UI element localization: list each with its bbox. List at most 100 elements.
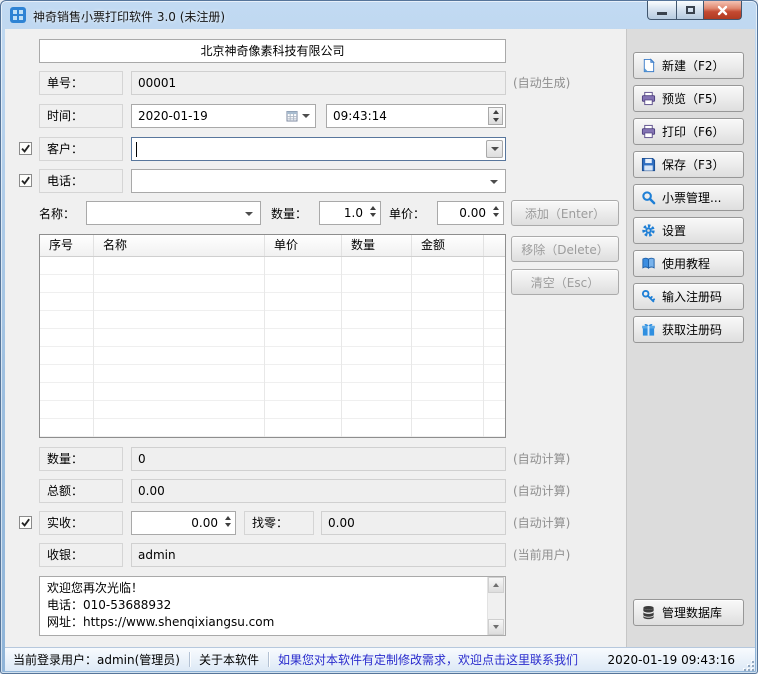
minimize-button[interactable] [647,1,677,20]
remove-item-button[interactable]: 移除（Delete） [511,236,619,262]
status-bar: 当前登录用户：admin(管理员) 关于本软件 如果您对本软件有定制修改需求，欢… [5,647,755,671]
add-item-button[interactable]: 添加（Enter） [511,200,619,226]
check-icon [20,517,31,528]
cashier-value: admin [131,543,506,567]
scroll-down-button[interactable] [488,619,504,635]
item-name-label: 名称： [39,206,75,222]
table-body[interactable] [40,257,505,437]
status-divider [268,652,269,667]
order-no-hint: (自动生成) [513,75,570,91]
resize-grip[interactable] [743,660,754,671]
company-name-input[interactable]: 北京神奇像素科技有限公司 [39,39,506,63]
paid-spin-buttons[interactable] [225,516,231,527]
item-name-combo[interactable] [86,201,261,225]
gear-icon [641,223,656,238]
receipt-manager-button[interactable]: 小票管理... [633,184,744,211]
cashier-hint: (当前用户) [513,547,570,563]
date-value: 2020-01-19 [138,109,208,123]
item-price-label: 单价： [389,206,425,222]
window-title: 神奇销售小票打印软件 3.0 (未注册) [33,8,225,25]
check-icon [20,143,31,154]
column-divider [411,257,412,437]
col-index[interactable]: 序号 [40,235,94,256]
check-icon [20,175,31,186]
total-qty-hint: (自动计算) [513,451,570,467]
note-line: 网址：https://www.shenqixiangsu.com [47,614,274,631]
change-value: 0.00 [321,511,506,535]
cashier-label: 收银： [39,543,123,567]
date-picker[interactable]: 2020-01-19 [131,104,316,128]
items-table[interactable]: 序号 名称 单价 数量 金额 [39,234,506,438]
gift-icon [641,322,656,337]
save-button[interactable]: 保存（F3） [633,151,744,178]
new-receipt-button[interactable]: 新建（F2） [633,52,744,79]
settings-button[interactable]: 设置 [633,217,744,244]
phone-combo[interactable] [131,169,506,193]
order-no-value: 00001 [131,71,506,95]
total-amount-label: 总额： [39,479,123,503]
col-amount[interactable]: 金额 [412,235,484,256]
close-icon [717,5,728,16]
window-controls [647,1,742,20]
scroll-up-button[interactable] [488,577,504,593]
price-spin-buttons[interactable] [493,206,499,217]
phone-label: 电话： [39,169,123,193]
total-qty-value: 0 [131,447,506,471]
new-document-icon [641,58,656,73]
item-price-spinner[interactable]: 0.00 [437,201,504,225]
item-qty-label: 数量： [271,206,307,222]
get-license-button[interactable]: 获取注册码 [633,316,744,343]
maximize-button[interactable] [677,1,704,20]
table-header: 序号 名称 单价 数量 金额 [40,235,505,257]
preview-button[interactable]: 预览（F5） [633,85,744,112]
paid-spinner[interactable]: 0.00 [131,511,236,535]
app-window: 神奇销售小票打印软件 3.0 (未注册) 北京神奇像素科技有限公司 单号： 00… [0,0,758,674]
time-spin-buttons[interactable] [488,107,503,125]
tutorial-button[interactable]: 使用教程 [633,250,744,277]
status-datetime: 2020-01-19 09:43:16 [608,653,735,667]
customer-combo[interactable] [131,137,506,161]
app-icon [10,7,26,23]
status-contact-link[interactable]: 如果您对本软件有定制修改需求，欢迎点击这里联系我们 [278,651,578,668]
status-about-link[interactable]: 关于本软件 [199,651,259,668]
col-name[interactable]: 名称 [94,235,265,256]
customer-dropdown-button[interactable] [486,140,503,158]
close-button[interactable] [704,1,742,20]
date-dropdown-icon[interactable] [302,114,310,118]
note-line: 电话：010-53688932 [47,597,274,614]
paid-value: 0.00 [191,516,218,530]
time-spinner[interactable]: 09:43:14 [326,104,506,128]
manage-database-button[interactable]: 管理数据库 [633,599,744,626]
printer-icon [641,124,656,139]
time-value: 09:43:14 [333,109,387,123]
footer-note-text: 欢迎您再次光临！ 电话：010-53688932 网址：https://www.… [47,580,274,631]
chevron-down-icon [491,147,499,151]
note-line: 欢迎您再次光临！ [47,580,274,597]
col-qty[interactable]: 数量 [342,235,412,256]
column-divider [341,257,342,437]
enter-license-button[interactable]: 输入注册码 [633,283,744,310]
minimize-icon [657,12,667,15]
chevron-down-icon[interactable] [490,180,498,184]
status-divider [189,652,190,667]
col-unit-price[interactable]: 单价 [265,235,342,256]
chevron-down-icon[interactable] [245,212,253,216]
receipt-footer-textarea[interactable]: 欢迎您再次光临！ 电话：010-53688932 网址：https://www.… [39,576,506,636]
qty-spin-buttons[interactable] [370,206,376,217]
scrollbar[interactable] [487,577,505,635]
phone-checkbox[interactable] [19,174,32,187]
key-icon [641,289,656,304]
clear-items-button[interactable]: 清空（Esc） [511,269,619,295]
column-divider [264,257,265,437]
text-caret [136,142,137,157]
column-divider [483,257,484,437]
customer-checkbox[interactable] [19,142,32,155]
order-no-label: 单号： [39,71,123,95]
paid-checkbox[interactable] [19,516,32,529]
change-label: 找零： [244,511,314,535]
col-filler [484,235,505,256]
paid-hint: (自动计算) [513,515,570,531]
status-current-user: 当前登录用户：admin(管理员) [13,651,180,668]
print-button[interactable]: 打印（F6） [633,118,744,145]
item-qty-spinner[interactable]: 1.0 [319,201,381,225]
